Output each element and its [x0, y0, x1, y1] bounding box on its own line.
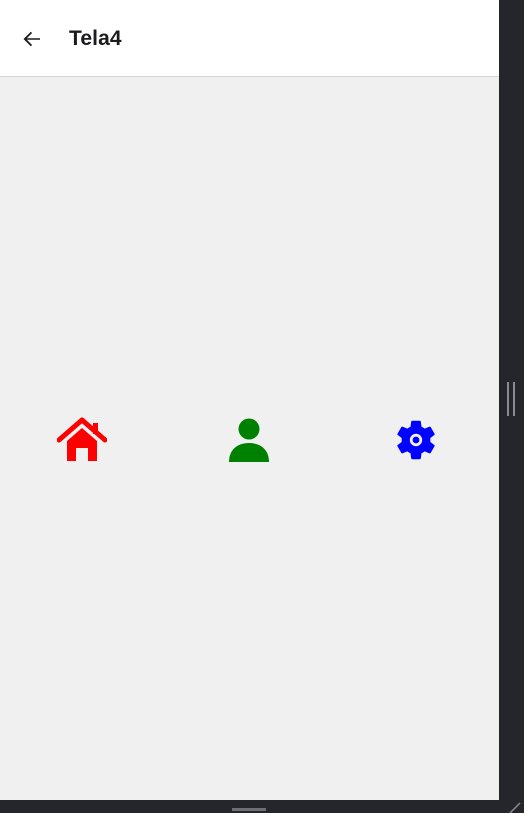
home-icon — [57, 417, 107, 461]
page-title: Tela4 — [69, 27, 122, 50]
window-resize-handle[interactable] — [507, 382, 515, 416]
gear-icon-button[interactable] — [388, 412, 444, 468]
bottom-resize-handle[interactable] — [232, 808, 266, 811]
person-icon — [229, 418, 269, 462]
gear-icon — [397, 420, 435, 460]
back-button[interactable] — [10, 17, 54, 61]
person-icon-button[interactable] — [221, 412, 277, 468]
corner-resize-grip-icon[interactable] — [508, 801, 522, 813]
home-icon-button[interactable] — [54, 412, 110, 468]
app-screen: Tela4 — [0, 0, 499, 800]
arrow-left-icon — [23, 31, 40, 47]
app-header: Tela4 — [0, 0, 499, 77]
icon-row — [0, 412, 499, 468]
